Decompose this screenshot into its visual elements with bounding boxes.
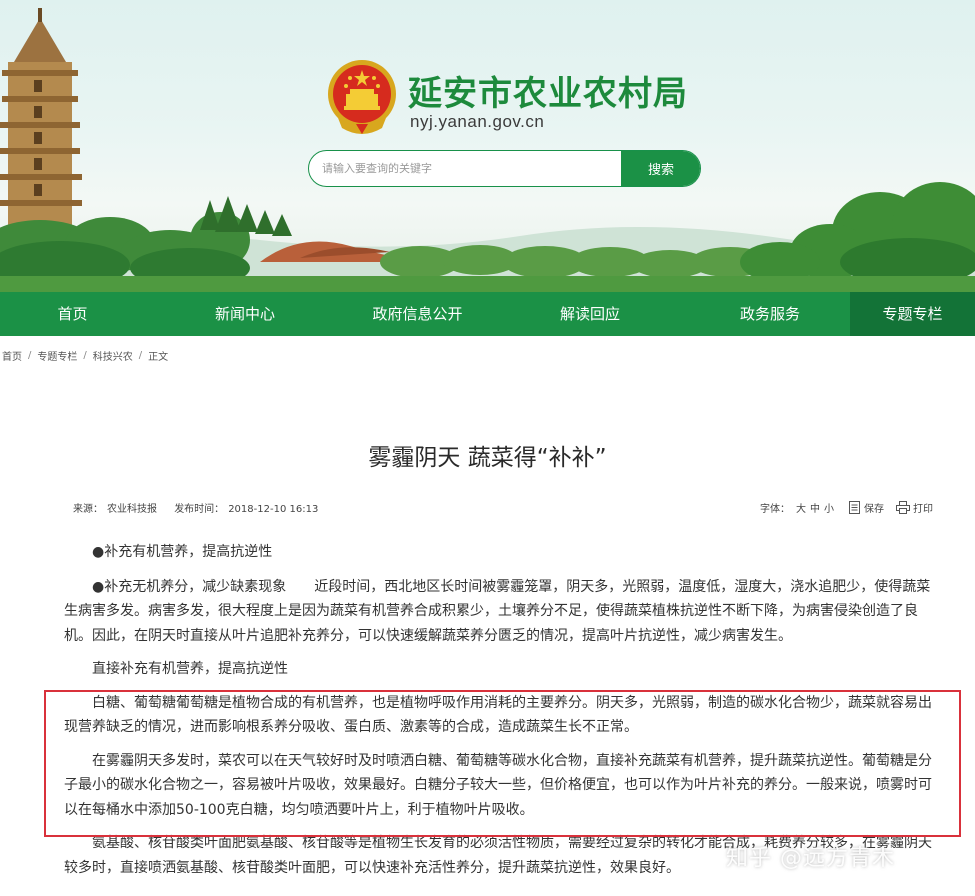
main-nav: 首页 新闻中心 政府信息公开 解读回应 政务服务 专题专栏 <box>0 292 975 336</box>
pagoda-illustration <box>0 8 82 232</box>
article-paragraph: 直接补充有机营养，提高抗逆性 <box>92 661 288 677</box>
font-size-small[interactable]: 小 <box>824 500 834 515</box>
search-input[interactable] <box>309 151 623 186</box>
site-title: 延安市农业农村局 <box>408 74 688 114</box>
article-tools: 字体： 大 中 小 保存 打印 <box>760 500 933 515</box>
banner-scenery <box>0 8 975 292</box>
site-banner: 延安市农业农村局 nyj.yanan.gov.cn 搜索 <box>0 0 975 292</box>
print-button[interactable]: 打印 <box>896 500 933 515</box>
save-icon <box>849 501 860 514</box>
nav-item-interpretation[interactable]: 解读回应 <box>490 292 690 336</box>
breadcrumb: 首页 / 专题专栏 / 科技兴农 / 正文 <box>2 348 168 363</box>
font-size-label: 字体： <box>760 504 790 515</box>
article-title: 雾霾阴天 蔬菜得“补补” <box>368 445 607 471</box>
breadcrumb-separator: / <box>28 350 32 361</box>
save-button[interactable]: 保存 <box>848 500 884 515</box>
font-size-large[interactable]: 大 <box>796 500 806 515</box>
nav-item-special-topics[interactable]: 专题专栏 <box>850 292 975 336</box>
publish-time-label: 发布时间： <box>174 504 225 515</box>
article-paragraph: 白糖、葡萄糖葡萄糖是植物合成的有机营养，也是植物呼吸作用消耗的主要养分。阴天多，… <box>64 694 932 736</box>
font-size-medium[interactable]: 中 <box>810 500 820 515</box>
site-domain: nyj.yanan.gov.cn <box>410 112 545 131</box>
search-bar: 搜索 <box>308 150 701 187</box>
printer-icon <box>896 501 910 514</box>
nav-item-home[interactable]: 首页 <box>0 292 145 336</box>
breadcrumb-separator: / <box>138 350 143 361</box>
save-label: 保存 <box>864 504 884 515</box>
article-meta: 来源： 农业科技报 发布时间： 2018-12-10 16:13 字体： 大 中 小… <box>73 500 933 516</box>
watermark: 知乎 @远方青木 <box>726 846 895 871</box>
nav-item-services[interactable]: 政务服务 <box>690 292 850 336</box>
breadcrumb-home[interactable]: 首页 <box>2 348 22 363</box>
breadcrumb-current: 正文 <box>148 352 169 363</box>
nav-item-gov-info[interactable]: 政府信息公开 <box>345 292 490 336</box>
breadcrumb-separator: / <box>83 350 87 361</box>
article-body: ●补充有机营养，提高抗逆性 ●补充无机养分，减少缺素现象 近段时间，西北地区长时… <box>64 540 944 889</box>
article-paragraph: ●补充有机营养，提高抗逆性 <box>92 544 273 560</box>
article-paragraph: 在雾霾阴天多发时，菜农可以在天气较好时及时喷洒白糖、葡萄糖等碳水化合物，直接补充… <box>64 752 932 818</box>
breadcrumb-tech-agriculture[interactable]: 科技兴农 <box>93 348 133 363</box>
article-meta-info: 来源： 农业科技报 发布时间： 2018-12-10 16:13 <box>73 500 322 515</box>
search-button[interactable]: 搜索 <box>621 151 700 186</box>
source-value: 农业科技报 <box>107 504 157 515</box>
nav-item-news[interactable]: 新闻中心 <box>145 292 345 336</box>
article-paragraph: ●补充无机养分，减少缺素现象 近段时间，西北地区长时间被雾霾笼罩，阴天多，光照弱… <box>64 578 931 644</box>
source-label: 来源： <box>73 504 103 515</box>
national-emblem-icon <box>326 58 398 136</box>
breadcrumb-special-topics[interactable]: 专题专栏 <box>37 348 77 363</box>
print-label: 打印 <box>913 504 933 515</box>
publish-time-value: 2018-12-10 16:13 <box>228 504 319 515</box>
